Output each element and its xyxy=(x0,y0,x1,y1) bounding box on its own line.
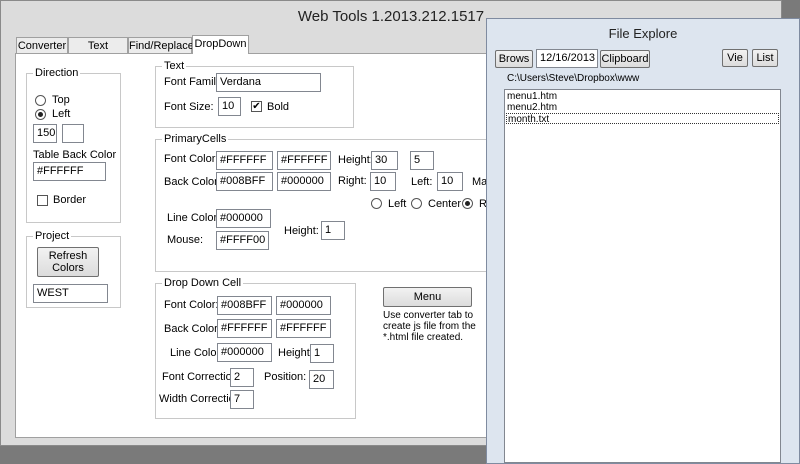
primary-left-label: Left: xyxy=(411,176,433,188)
font-family-input[interactable]: Verdana xyxy=(216,73,321,92)
mouse-color-input[interactable]: #FFFF00 xyxy=(216,231,269,250)
direction-value-input[interactable]: 150 xyxy=(33,124,57,143)
primary-back-color2-input[interactable]: #000000 xyxy=(277,172,331,191)
top-radio[interactable] xyxy=(35,95,46,106)
dd-back-color1-input[interactable]: #FFFFFF xyxy=(217,319,272,338)
primary-font-color1-input[interactable]: #FFFFFF xyxy=(216,151,273,170)
clipboard-button[interactable]: Clipboard xyxy=(600,50,650,68)
direction-value2-input[interactable] xyxy=(62,124,84,143)
bold-checkbox[interactable]: ✔ xyxy=(251,101,262,112)
dd-font-color2-input[interactable]: #000000 xyxy=(276,296,331,315)
align-left-radio[interactable] xyxy=(371,198,382,209)
project-name-input[interactable]: WEST xyxy=(33,284,108,303)
view-button[interactable]: Vie xyxy=(722,49,748,67)
primary-margin-label: Ma xyxy=(472,176,488,188)
refresh-colors-button[interactable]: Refresh Colors xyxy=(37,247,99,277)
position-input[interactable]: 20 xyxy=(309,370,334,389)
menu-button[interactable]: Menu xyxy=(383,287,472,307)
primary-height2-input[interactable]: 5 xyxy=(410,151,434,170)
left-radio[interactable] xyxy=(35,109,46,120)
file-explorer-window: File Explore Brows 12/16/2013 Clipboard … xyxy=(486,18,800,464)
table-back-color-label: Table Back Color xyxy=(33,149,117,161)
dd-back-color2-input[interactable]: #FFFFFF xyxy=(276,319,331,338)
primary-right-label: Right: xyxy=(338,175,367,187)
dd-line-color-input[interactable]: #000000 xyxy=(217,343,272,362)
dd-height-input[interactable]: 1 xyxy=(310,344,334,363)
direction-title: Direction xyxy=(33,66,81,80)
border-label: Border xyxy=(53,194,87,206)
font-size-label: Font Size: xyxy=(164,101,214,113)
align-left-label: Left xyxy=(388,198,407,210)
list-button[interactable]: List xyxy=(752,49,778,67)
primary-height-label: Height: xyxy=(338,154,373,166)
primary-font-color2-input[interactable]: #FFFFFF xyxy=(277,151,331,170)
file-explorer-title: File Explore xyxy=(608,26,678,41)
position-label: Position: xyxy=(264,371,307,383)
primary-line-color-input[interactable]: #000000 xyxy=(216,209,271,228)
project-title: Project xyxy=(33,229,72,243)
primary-height-input[interactable]: 30 xyxy=(371,151,398,170)
dd-font-color1-input[interactable]: #008BFF xyxy=(217,296,272,315)
width-correction-input[interactable]: 7 xyxy=(230,390,254,409)
browse-button[interactable]: Brows xyxy=(495,50,533,68)
text-title: Text xyxy=(162,59,187,73)
text-group: Text Font Family: Verdana Font Size: 10 … xyxy=(155,59,354,128)
menu-note-line: Use converter tab to xyxy=(383,310,474,321)
align-center-label: Center xyxy=(428,198,462,210)
dd-back-color-label: Back Color: xyxy=(164,323,221,335)
primary-height3-label: Height: xyxy=(284,225,319,237)
drop-down-cell-title: Drop Down Cell xyxy=(162,276,244,290)
menu-note-line: create js file from the xyxy=(383,321,476,332)
dd-height-label: Height: xyxy=(278,347,313,359)
font-correction-input[interactable]: 2 xyxy=(230,368,254,387)
primary-line-color-label: Line Color: xyxy=(167,212,221,224)
primary-font-color-label: Font Color: xyxy=(164,153,219,165)
current-path: C:\Users\Steve\Dropbox\www xyxy=(507,73,640,84)
file-item[interactable]: menu1.htm xyxy=(506,91,779,102)
top-label: Top xyxy=(52,94,70,106)
primary-back-color-label: Back Color: xyxy=(164,176,221,188)
tab-text-convert[interactable]: Text Convert xyxy=(68,37,128,68)
left-label: Left xyxy=(52,108,71,120)
file-item[interactable]: menu2.htm xyxy=(506,102,779,113)
tab-find-replace[interactable]: Find/Replace xyxy=(128,37,194,53)
dd-line-color-label: Line Color: xyxy=(170,347,224,359)
primary-cells-title: PrimaryCells xyxy=(162,132,229,146)
align-center-radio[interactable] xyxy=(411,198,422,209)
primary-back-color1-input[interactable]: #008BFF xyxy=(216,172,273,191)
primary-height3-input[interactable]: 1 xyxy=(321,221,345,240)
file-item-selected[interactable]: month.txt xyxy=(506,113,779,125)
menu-note: Use converter tab to create js file from… xyxy=(383,310,476,343)
dd-font-color-label: Font Color: xyxy=(164,299,219,311)
tab-dropdown[interactable]: DropDown xyxy=(192,35,249,54)
font-size-input[interactable]: 10 xyxy=(218,97,241,116)
date-input[interactable]: 12/16/2013 xyxy=(536,49,598,68)
table-back-color-input[interactable]: #FFFFFF xyxy=(33,162,106,181)
primary-left-input[interactable]: 10 xyxy=(437,172,463,191)
file-list[interactable]: menu1.htm menu2.htm month.txt xyxy=(504,89,781,463)
align-right-radio[interactable] xyxy=(462,198,473,209)
direction-group: Direction Top Left 150 Table Back Color … xyxy=(26,66,121,223)
drop-down-cell-group: Drop Down Cell Font Color: #008BFF #0000… xyxy=(155,276,356,419)
bold-label: Bold xyxy=(267,101,290,113)
primary-right-input[interactable]: 10 xyxy=(370,172,396,191)
mouse-label: Mouse: xyxy=(167,234,204,246)
border-checkbox[interactable] xyxy=(37,195,48,206)
menu-note-line: *.html file created. xyxy=(383,332,464,343)
tab-converter[interactable]: Converter xyxy=(16,37,68,53)
project-group: Project Refresh Colors WEST xyxy=(26,229,121,308)
